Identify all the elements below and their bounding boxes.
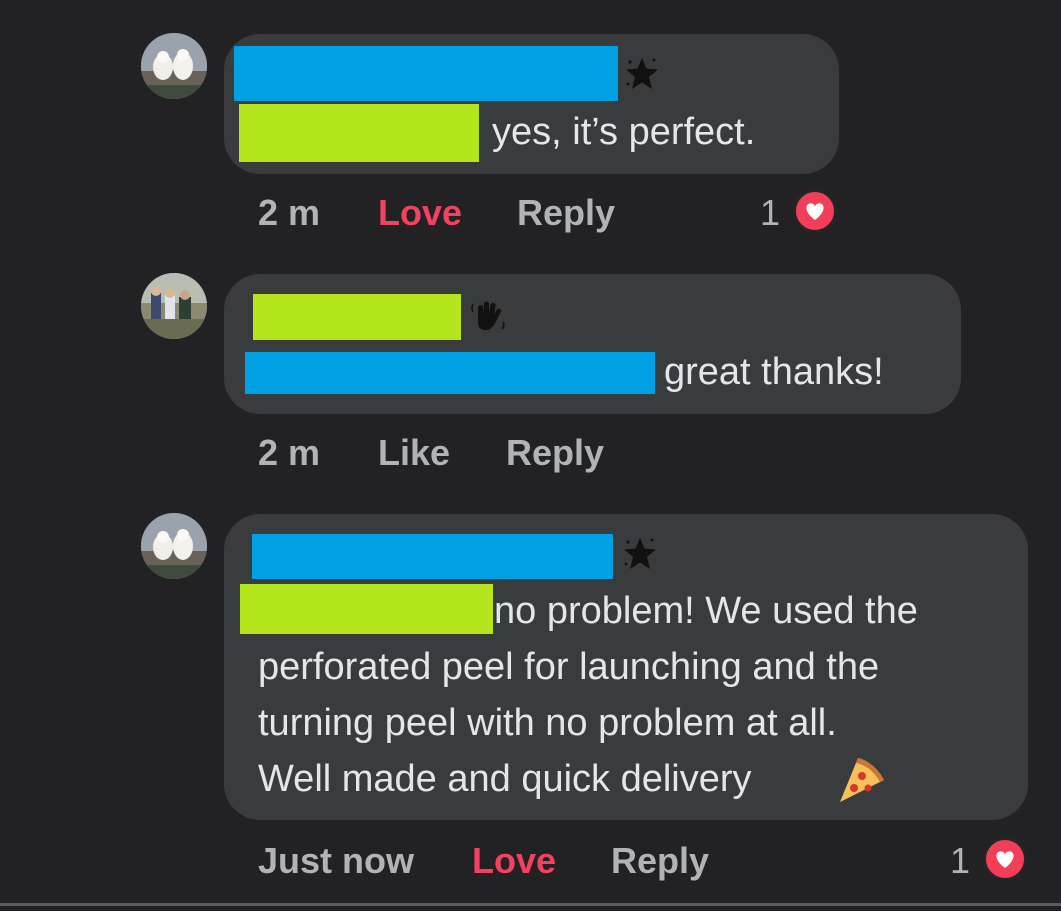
reply-button[interactable]: Reply: [517, 192, 615, 234]
wave-hand-icon: [471, 301, 505, 331]
comment-thread: yes, it’s perfect. 2 m Love Reply 1 grea…: [0, 0, 1061, 911]
reply-button[interactable]: Reply: [506, 432, 604, 474]
redacted-name: [252, 534, 613, 579]
comment-bubble[interactable]: no problem! We used the perforated peel …: [224, 514, 1028, 820]
comment-text: yes, it’s perfect.: [492, 111, 756, 153]
pizza-icon: [840, 758, 884, 802]
star-icon: [626, 58, 658, 89]
love-button[interactable]: Love: [472, 840, 556, 882]
redacted-mention: [239, 104, 479, 162]
heart-icon[interactable]: [983, 837, 1027, 881]
comment-bubble[interactable]: great thanks!: [224, 274, 961, 414]
divider: [0, 903, 1061, 906]
like-button[interactable]: Like: [378, 432, 450, 474]
avatar[interactable]: [141, 513, 207, 579]
heart-icon[interactable]: [793, 189, 837, 233]
comment-text-line-3: turning peel with no problem at all.: [258, 702, 837, 744]
timestamp: Just now: [258, 840, 415, 881]
comment-text: great thanks!: [664, 351, 884, 393]
comment-actions: 2 m Love Reply: [258, 192, 658, 238]
timestamp: 2 m: [258, 432, 321, 473]
redacted-mention: [245, 352, 655, 394]
avatar-dogs-image: [141, 33, 207, 99]
comment-text-line-4: Well made and quick delivery: [258, 758, 752, 800]
comment-text-line-2: perforated peel for launching and the: [258, 646, 880, 688]
star-icon: [624, 538, 656, 569]
comment-actions: Just now Love Reply: [258, 840, 758, 886]
avatar-group-image: [141, 273, 207, 339]
redacted-name: [234, 46, 618, 101]
love-button[interactable]: Love: [378, 192, 462, 234]
reaction-count[interactable]: 1: [760, 192, 780, 234]
reply-button[interactable]: Reply: [611, 840, 709, 882]
avatar[interactable]: [141, 273, 207, 339]
reaction-count[interactable]: 1: [950, 840, 970, 882]
comment-actions: 2 m Like Reply: [258, 432, 658, 478]
redacted-name: [253, 294, 461, 340]
comment-text-line-1: no problem! We used the: [494, 590, 918, 632]
avatar-dogs-image: [141, 513, 207, 579]
timestamp: 2 m: [258, 192, 321, 233]
avatar[interactable]: [141, 33, 207, 99]
redacted-mention: [240, 584, 493, 634]
comment-bubble[interactable]: yes, it’s perfect.: [224, 34, 839, 174]
